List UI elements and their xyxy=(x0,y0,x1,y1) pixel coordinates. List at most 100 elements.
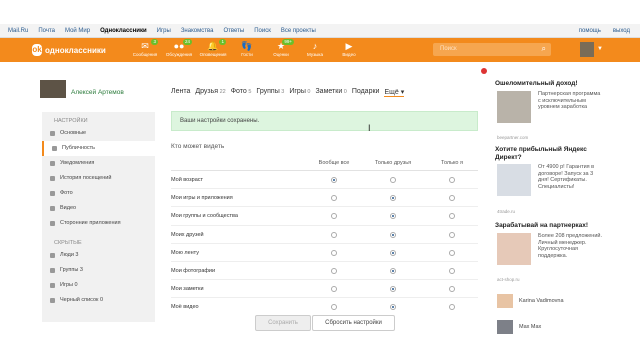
privacy-radio[interactable] xyxy=(449,195,455,202)
profile-tab[interactable]: Игры 0 xyxy=(289,88,310,97)
mailru-link[interactable]: Почта xyxy=(38,28,55,34)
form-actions: Сохранить Сбросить настройки xyxy=(160,312,490,336)
hidden-menu-item[interactable]: Люди 3 xyxy=(42,248,155,263)
privacy-radio[interactable] xyxy=(449,267,455,274)
site-logo[interactable]: ok одноклассники xyxy=(32,44,106,56)
ad-title[interactable]: Зарабатывай на партнерках! xyxy=(495,222,605,230)
privacy-radio[interactable] xyxy=(449,304,455,311)
nav-item-обсуждения[interactable]: ●● Обсуждения 24 xyxy=(162,39,196,61)
profile-tab[interactable]: Ещё ▾ xyxy=(384,88,405,97)
mailru-link[interactable]: Поиск xyxy=(254,28,271,34)
settings-menu-item[interactable]: Основные xyxy=(42,126,155,141)
user-avatar[interactable] xyxy=(580,42,594,57)
settings-menu-item[interactable]: Уведомления xyxy=(42,156,155,171)
mailru-link[interactable]: Знакомства xyxy=(181,28,214,34)
menu-item-label: Люди 3 xyxy=(60,252,79,258)
mailru-link[interactable]: Одноклассники xyxy=(100,28,147,34)
ad-source[interactable]: 4trade.ru xyxy=(497,209,515,214)
profile-tab[interactable]: Заметки 0 xyxy=(315,88,346,97)
hidden-menu-item[interactable]: Черный список 0 xyxy=(42,293,155,308)
reset-settings-button[interactable]: Сбросить настройки xyxy=(312,315,395,331)
profile-tab[interactable]: Подарки xyxy=(352,88,380,97)
mailru-link[interactable]: Ответы xyxy=(223,28,244,34)
privacy-radio[interactable] xyxy=(331,213,337,220)
settings-menu-item[interactable]: Публичность xyxy=(42,141,155,156)
mailru-link[interactable]: Все проекты xyxy=(281,28,316,34)
nav-icon: ▶ xyxy=(345,41,353,51)
menu-item-icon xyxy=(50,283,55,288)
sidebar-ad[interactable]: Хотите прибыльный Яндекс Директ? От 4900 … xyxy=(495,146,605,216)
privacy-radio[interactable] xyxy=(390,304,396,311)
privacy-radio[interactable] xyxy=(449,286,455,293)
search-input[interactable]: Поиск ⌕ xyxy=(433,43,551,56)
privacy-radio[interactable] xyxy=(449,177,455,183)
settings-menu-item[interactable]: Сторонние приложения xyxy=(42,216,155,231)
privacy-radio[interactable] xyxy=(331,267,337,274)
nav-item-сообщения[interactable]: ✉ Сообщения 3 xyxy=(128,39,162,61)
settings-menu-item[interactable]: История посещений xyxy=(42,171,155,186)
chevron-down-icon[interactable]: ▼ xyxy=(597,46,603,52)
ad-image[interactable] xyxy=(497,233,531,265)
ad-title[interactable]: Хотите прибыльный Яндекс Директ? xyxy=(495,146,605,162)
settings-menu-item[interactable]: Фото xyxy=(42,186,155,201)
save-button[interactable]: Сохранить xyxy=(255,315,311,331)
profile-tab[interactable]: Лента xyxy=(171,88,190,97)
privacy-radio[interactable] xyxy=(390,249,396,256)
nav-icon: ♪ xyxy=(312,41,318,51)
privacy-radio[interactable] xyxy=(331,231,337,238)
account-link[interactable]: помощь xyxy=(579,28,601,34)
hidden-menu-item[interactable]: Группы 3 xyxy=(42,263,155,278)
privacy-radio[interactable] xyxy=(331,195,337,202)
privacy-radio[interactable] xyxy=(390,267,396,274)
privacy-radio[interactable] xyxy=(331,304,337,311)
privacy-radio[interactable] xyxy=(390,195,396,202)
privacy-radio[interactable] xyxy=(390,286,396,293)
privacy-row: Мои заметки xyxy=(171,280,478,299)
friend-suggestion[interactable]: Max Max xyxy=(497,320,541,334)
ad-image[interactable] xyxy=(497,91,531,123)
nav-badge: 24 xyxy=(182,39,192,45)
friend-suggestion[interactable]: Karina Vadimovna xyxy=(497,294,564,308)
privacy-row-label: Мои группы и сообщества xyxy=(171,213,238,220)
privacy-radio[interactable] xyxy=(331,177,337,183)
profile-name[interactable]: Алексей Артемов xyxy=(71,89,124,96)
ad-image[interactable] xyxy=(497,164,531,196)
privacy-radio[interactable] xyxy=(390,231,396,238)
mailru-link[interactable]: Мой Мир xyxy=(65,28,90,34)
settings-menu-item[interactable]: Видео xyxy=(42,201,155,216)
friend-avatar[interactable] xyxy=(497,294,513,308)
nav-item-музыка[interactable]: ♪ Музыка xyxy=(298,41,332,61)
nav-item-оценки[interactable]: ★ Оценки 99+ xyxy=(264,39,298,61)
friend-name[interactable]: Max Max xyxy=(519,324,541,330)
nav-item-видео[interactable]: ▶ Видео xyxy=(332,41,366,61)
account-link[interactable]: выход xyxy=(613,28,630,34)
profile-tab[interactable]: Друзья 22 xyxy=(195,88,225,97)
ad-title[interactable]: Ошеломительный доход! xyxy=(495,80,605,88)
friend-avatar[interactable] xyxy=(497,320,513,334)
privacy-radio[interactable] xyxy=(449,231,455,238)
profile-photo[interactable] xyxy=(40,80,66,98)
privacy-radio[interactable] xyxy=(449,249,455,256)
nav-item-гости[interactable]: 👣 Гости xyxy=(230,41,264,61)
privacy-radio[interactable] xyxy=(390,177,396,183)
profile-tab[interactable]: Фото 5 xyxy=(231,88,252,97)
ad-source[interactable]: beepartner.com xyxy=(497,135,528,140)
profile-tab[interactable]: Группы 3 xyxy=(256,88,284,97)
mailru-link[interactable]: Mail.Ru xyxy=(8,28,28,34)
privacy-radio[interactable] xyxy=(390,213,396,220)
sidebar-ad[interactable]: Зарабатывай на партнерках! Более 208 пред… xyxy=(495,222,605,284)
friend-name[interactable]: Karina Vadimovna xyxy=(519,298,564,304)
privacy-radio[interactable] xyxy=(449,213,455,220)
privacy-table-header: Вообще все Только друзья Только я xyxy=(171,157,478,171)
language-flag-icon[interactable] xyxy=(481,68,487,74)
ad-text: Партнерская программа с исключительным у… xyxy=(538,91,601,110)
sidebar-ad[interactable]: Ошеломительный доход! Партнерская програм… xyxy=(495,80,605,142)
privacy-radio[interactable] xyxy=(331,249,337,256)
mailru-link[interactable]: Игры xyxy=(157,28,171,34)
privacy-radio[interactable] xyxy=(331,286,337,293)
ad-source[interactable]: act-shop.ru xyxy=(497,277,520,282)
hidden-menu-item[interactable]: Игры 0 xyxy=(42,278,155,293)
saved-notification: Ваши настройки сохранены. xyxy=(171,111,478,131)
privacy-row: Мои группы и сообщества xyxy=(171,207,478,226)
nav-item-оповещения[interactable]: 🔔 Оповещения 1 xyxy=(196,39,230,61)
